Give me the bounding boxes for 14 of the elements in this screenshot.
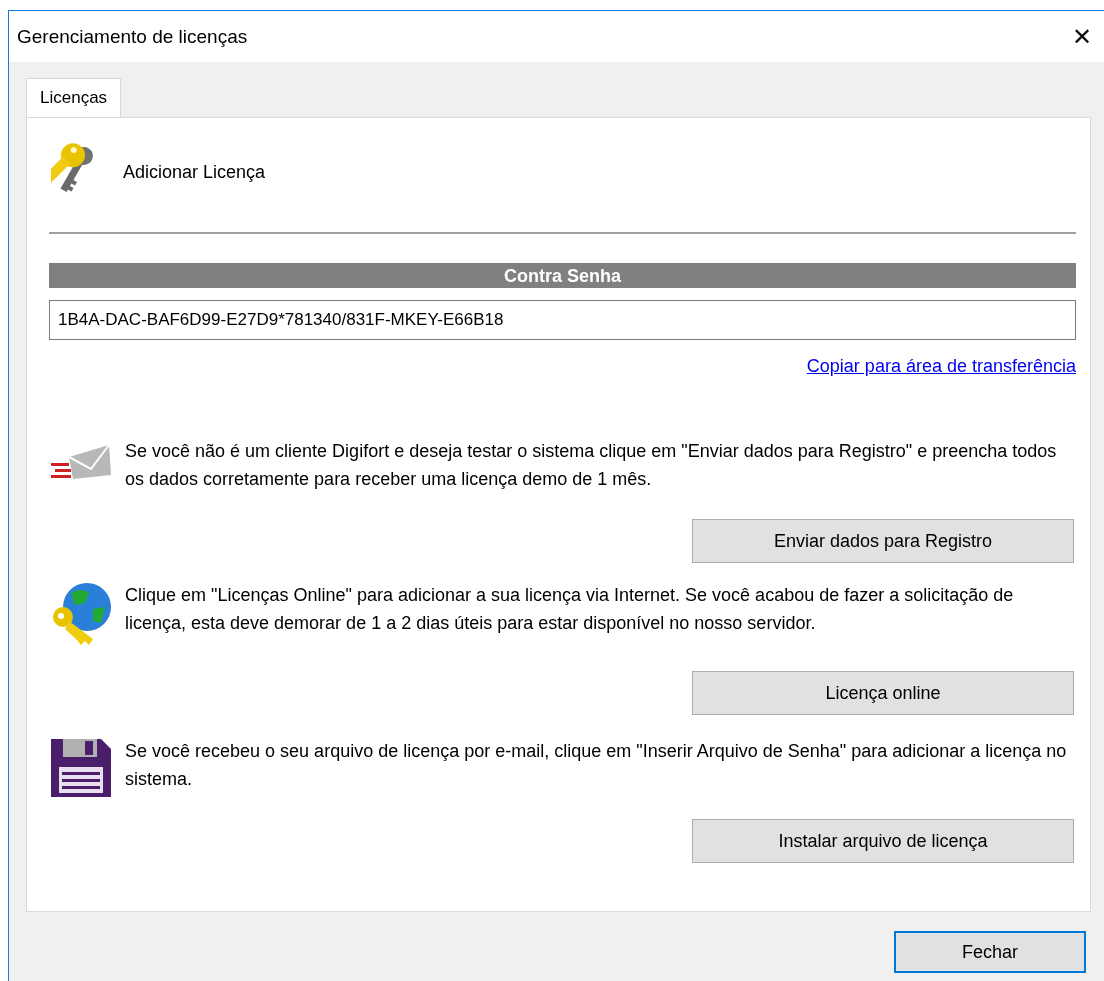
action-button[interactable]: Enviar dados para Registro bbox=[692, 519, 1074, 563]
counter-password-field[interactable]: 1B4A-DAC-BAF6D99-E27D9*781340/831F-MKEY-E66B18 bbox=[49, 300, 1076, 340]
section-heading: Adicionar Licença bbox=[123, 161, 266, 183]
copy-link[interactable]: Copiar para área de transferência bbox=[806, 356, 1076, 377]
instruction-text: Clique em "Licenças Online" para adicionar a sua licença via Internet. Se você acabou de fazer a solicitação de licença, esta deve demorar de 1 a 2 dias úteis para estar disponível no nosso servidor. bbox=[125, 584, 1015, 635]
action-button[interactable]: Instalar arquivo de licença bbox=[692, 819, 1074, 863]
instruction-text: Se você não é um cliente Digifort e deseja testar o sistema clique em "Enviar dados para Registro" e preencha todos os dados corretamente para receber uma licença demo de 1 mês. bbox=[125, 440, 1058, 491]
counter-password-header: Contra Senha bbox=[49, 263, 1076, 288]
window-title: Gerenciamento de licenças bbox=[17, 25, 248, 48]
close-button[interactable]: ✕ bbox=[1072, 22, 1092, 51]
close-dialog-button[interactable]: Fechar bbox=[894, 931, 1086, 973]
tab[interactable]: Licenças bbox=[26, 78, 122, 117]
action-button[interactable]: Licença online bbox=[692, 671, 1074, 715]
instruction-text: Se você recebeu o seu arquivo de licença por e-mail, clique em "Inserir Arquivo de Senha" para adicionar a licença no sistema. bbox=[125, 740, 1068, 791]
